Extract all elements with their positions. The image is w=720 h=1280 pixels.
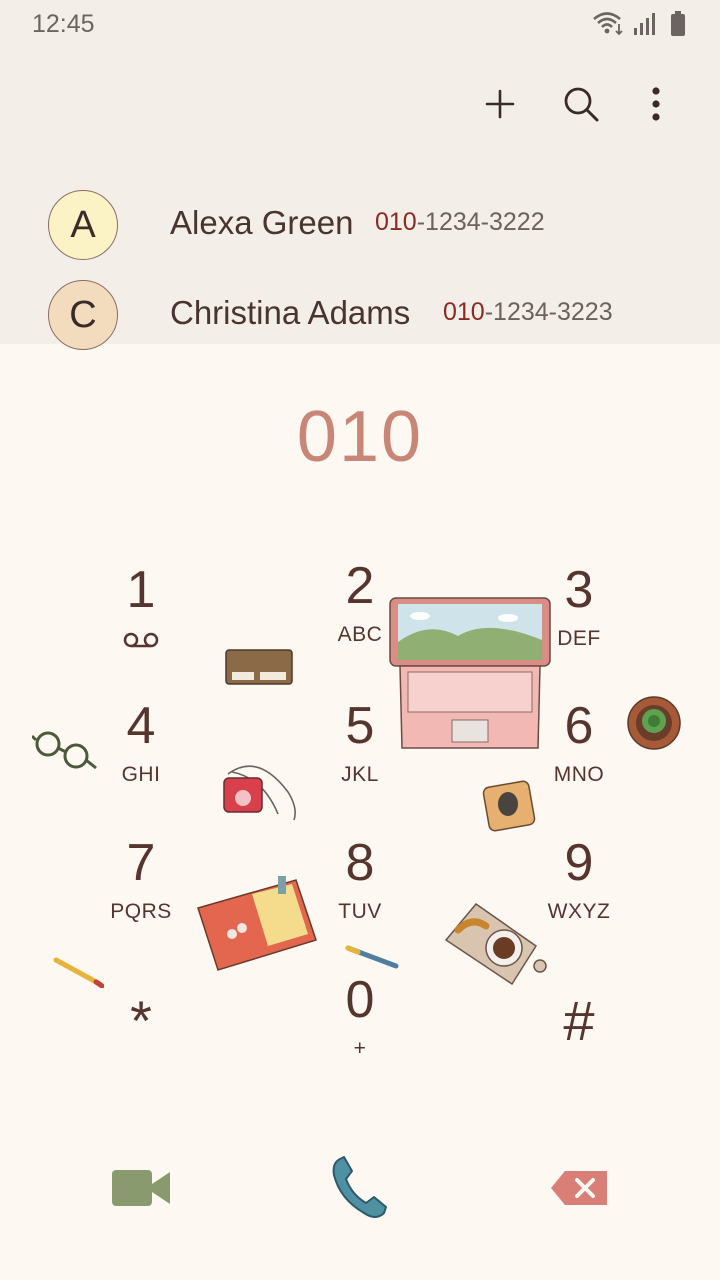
number-match: 010 — [375, 208, 417, 236]
key-digit: 5 — [345, 697, 375, 755]
key-letters: MNO — [553, 763, 605, 786]
video-camera-icon — [112, 1170, 170, 1206]
contact-number: 010-1234-3222 — [375, 208, 545, 237]
key-letters: TUV — [338, 900, 382, 923]
status-time: 12:45 — [32, 10, 95, 38]
key-digit: 2 — [345, 557, 375, 615]
call-button[interactable] — [320, 1148, 400, 1228]
voicemail-icon — [123, 632, 159, 648]
add-icon — [485, 89, 515, 119]
dial-key-star[interactable]: * — [61, 986, 221, 1098]
search-icon — [564, 87, 599, 122]
avatar: A — [48, 190, 118, 260]
key-digit: 1 — [126, 561, 156, 619]
key-digit: 7 — [126, 834, 156, 892]
signal-icon — [632, 12, 656, 41]
dial-key-3[interactable]: 3 DEF — [499, 560, 659, 672]
contact-name: Alexa Green — [170, 204, 354, 241]
contact-suggestion[interactable]: A Alexa Green 010-1234-3222 — [0, 190, 720, 270]
contact-suggestions-panel: 12:45 A Alexa Green 010-1234-3222 C Chri… — [0, 0, 720, 350]
video-call-button[interactable] — [101, 1148, 181, 1228]
key-letters: ABC — [337, 623, 383, 646]
backspace-icon — [551, 1171, 607, 1205]
dial-key-8[interactable]: 8 TUV — [280, 833, 440, 945]
key-digit: 9 — [564, 834, 594, 892]
key-digit: # — [563, 989, 595, 1052]
key-letters: DEF — [557, 627, 601, 650]
dial-key-7[interactable]: 7 PQRS — [61, 833, 221, 945]
contact-number: 010-1234-3223 — [443, 298, 613, 327]
key-letters: GHI — [121, 763, 161, 786]
search-button[interactable] — [553, 76, 609, 132]
pencil-illustration — [53, 957, 104, 988]
key-letters: WXYZ — [547, 900, 611, 923]
dial-key-9[interactable]: 9 WXYZ — [499, 833, 659, 945]
number-rest: -1234-3222 — [416, 208, 545, 236]
more-vert-icon — [652, 87, 660, 121]
dial-key-0[interactable]: 0 + — [280, 970, 440, 1082]
dialed-number: 010 — [296, 397, 424, 477]
pen-illustration — [345, 945, 399, 969]
key-digit: 0 — [345, 971, 375, 1029]
avatar: C — [48, 280, 118, 350]
number-rest: -1234-3223 — [484, 298, 613, 326]
battery-icon — [670, 11, 686, 42]
key-digit: 4 — [126, 697, 156, 755]
dial-key-6[interactable]: 6 MNO — [499, 696, 659, 808]
contact-name: Christina Adams — [170, 294, 411, 331]
contact-suggestion[interactable]: C Christina Adams 010-1234-3223 — [0, 280, 720, 360]
key-digit: 6 — [564, 697, 594, 755]
key-letters: PQRS — [110, 900, 172, 923]
more-options-button[interactable] — [628, 76, 684, 132]
phone-icon — [332, 1156, 387, 1218]
key-digit: 3 — [564, 561, 594, 619]
key-letters: + — [353, 1037, 367, 1060]
wifi-icon — [592, 10, 626, 41]
dial-key-1[interactable]: 1 — [61, 560, 221, 672]
add-contact-button[interactable] — [472, 76, 528, 132]
dial-key-4[interactable]: 4 GHI — [61, 696, 221, 808]
backspace-button[interactable] — [539, 1148, 619, 1228]
number-match: 010 — [443, 298, 485, 326]
dial-key-5[interactable]: 5 JKL — [280, 696, 440, 808]
key-digit: 8 — [345, 834, 375, 892]
key-letters: JKL — [341, 763, 379, 786]
key-digit: * — [130, 989, 152, 1052]
dial-key-2[interactable]: 2 ABC — [280, 556, 440, 668]
dial-key-hash[interactable]: # — [499, 986, 659, 1098]
